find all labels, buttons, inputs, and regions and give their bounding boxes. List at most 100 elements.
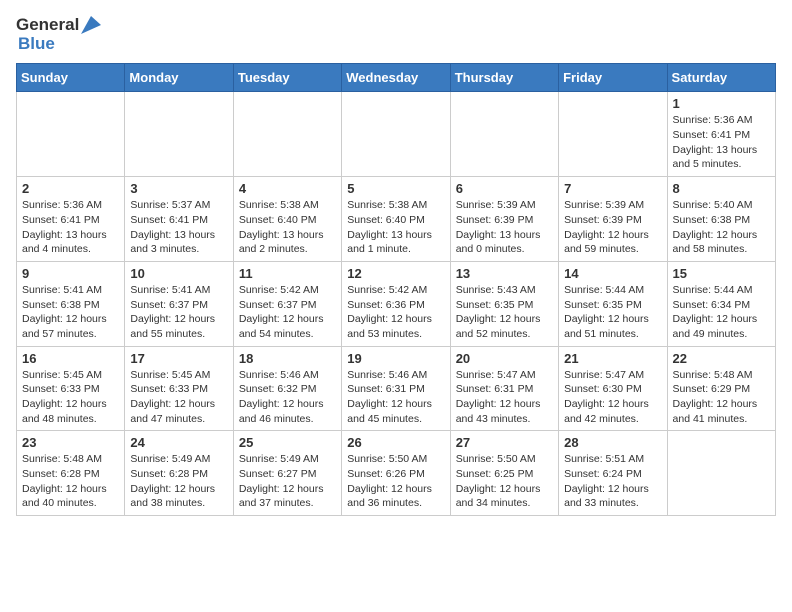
day-info: Sunrise: 5:40 AM Sunset: 6:38 PM Dayligh… [673,198,770,257]
day-info: Sunrise: 5:50 AM Sunset: 6:26 PM Dayligh… [347,452,444,511]
day-number: 16 [22,351,119,366]
day-number: 14 [564,266,661,281]
calendar-cell: 10 Sunrise: 5:41 AM Sunset: 6:37 PM Dayli… [125,261,233,346]
calendar-cell: 9 Sunrise: 5:41 AM Sunset: 6:38 PM Daylig… [17,261,125,346]
day-info: Sunrise: 5:42 AM Sunset: 6:36 PM Dayligh… [347,283,444,342]
day-info: Sunrise: 5:49 AM Sunset: 6:28 PM Dayligh… [130,452,227,511]
calendar-cell [17,92,125,177]
day-info: Sunrise: 5:42 AM Sunset: 6:37 PM Dayligh… [239,283,336,342]
day-info: Sunrise: 5:43 AM Sunset: 6:35 PM Dayligh… [456,283,553,342]
day-info: Sunrise: 5:45 AM Sunset: 6:33 PM Dayligh… [22,368,119,427]
day-number: 8 [673,181,770,196]
day-number: 15 [673,266,770,281]
day-info: Sunrise: 5:51 AM Sunset: 6:24 PM Dayligh… [564,452,661,511]
day-info: Sunrise: 5:46 AM Sunset: 6:32 PM Dayligh… [239,368,336,427]
logo-general: General [16,16,79,35]
day-info: Sunrise: 5:38 AM Sunset: 6:40 PM Dayligh… [347,198,444,257]
day-number: 11 [239,266,336,281]
calendar-cell: 1 Sunrise: 5:36 AM Sunset: 6:41 PM Daylig… [667,92,775,177]
calendar-cell: 24Sunrise: 5:49 AM Sunset: 6:28 PM Dayli… [125,431,233,516]
day-info: Sunrise: 5:44 AM Sunset: 6:34 PM Dayligh… [673,283,770,342]
logo-wordmark: General Blue [16,16,101,53]
day-number: 18 [239,351,336,366]
day-info: Sunrise: 5:39 AM Sunset: 6:39 PM Dayligh… [564,198,661,257]
calendar-cell: 22 Sunrise: 5:48 AM Sunset: 6:29 PM Dayli… [667,346,775,431]
weekday-header-friday: Friday [559,64,667,92]
day-number: 25 [239,435,336,450]
day-info: Sunrise: 5:41 AM Sunset: 6:38 PM Dayligh… [22,283,119,342]
logo-bird-icon [81,16,101,34]
calendar-cell: 15 Sunrise: 5:44 AM Sunset: 6:34 PM Dayli… [667,261,775,346]
calendar-cell: 5 Sunrise: 5:38 AM Sunset: 6:40 PM Daylig… [342,177,450,262]
weekday-header-tuesday: Tuesday [233,64,341,92]
day-number: 28 [564,435,661,450]
day-info: Sunrise: 5:48 AM Sunset: 6:29 PM Dayligh… [673,368,770,427]
calendar-cell: 19 Sunrise: 5:46 AM Sunset: 6:31 PM Dayli… [342,346,450,431]
calendar-cell: 14 Sunrise: 5:44 AM Sunset: 6:35 PM Dayli… [559,261,667,346]
day-number: 5 [347,181,444,196]
weekday-header-thursday: Thursday [450,64,558,92]
calendar-cell: 20Sunrise: 5:47 AM Sunset: 6:31 PM Dayli… [450,346,558,431]
calendar-cell: 18 Sunrise: 5:46 AM Sunset: 6:32 PM Dayli… [233,346,341,431]
calendar-cell: 21Sunrise: 5:47 AM Sunset: 6:30 PM Dayli… [559,346,667,431]
day-info: Sunrise: 5:41 AM Sunset: 6:37 PM Dayligh… [130,283,227,342]
calendar-cell: 17 Sunrise: 5:45 AM Sunset: 6:33 PM Dayli… [125,346,233,431]
day-number: 6 [456,181,553,196]
day-number: 4 [239,181,336,196]
calendar-cell: 16 Sunrise: 5:45 AM Sunset: 6:33 PM Dayli… [17,346,125,431]
day-number: 22 [673,351,770,366]
day-number: 27 [456,435,553,450]
calendar-week-row: 1 Sunrise: 5:36 AM Sunset: 6:41 PM Daylig… [17,92,776,177]
day-number: 12 [347,266,444,281]
calendar-cell: 25 Sunrise: 5:49 AM Sunset: 6:27 PM Dayli… [233,431,341,516]
weekday-header-saturday: Saturday [667,64,775,92]
calendar-week-row: 9 Sunrise: 5:41 AM Sunset: 6:38 PM Daylig… [17,261,776,346]
day-number: 7 [564,181,661,196]
day-info: Sunrise: 5:47 AM Sunset: 6:30 PM Dayligh… [564,368,661,427]
calendar-cell: 27 Sunrise: 5:50 AM Sunset: 6:25 PM Dayli… [450,431,558,516]
day-info: Sunrise: 5:48 AM Sunset: 6:28 PM Dayligh… [22,452,119,511]
calendar-week-row: 23Sunrise: 5:48 AM Sunset: 6:28 PM Dayli… [17,431,776,516]
day-info: Sunrise: 5:46 AM Sunset: 6:31 PM Dayligh… [347,368,444,427]
day-number: 19 [347,351,444,366]
day-info: Sunrise: 5:44 AM Sunset: 6:35 PM Dayligh… [564,283,661,342]
calendar-cell: 2 Sunrise: 5:36 AM Sunset: 6:41 PM Daylig… [17,177,125,262]
day-number: 17 [130,351,227,366]
day-info: Sunrise: 5:37 AM Sunset: 6:41 PM Dayligh… [130,198,227,257]
calendar-table: SundayMondayTuesdayWednesdayThursdayFrid… [16,63,776,516]
weekday-header-sunday: Sunday [17,64,125,92]
calendar-cell [450,92,558,177]
day-info: Sunrise: 5:50 AM Sunset: 6:25 PM Dayligh… [456,452,553,511]
calendar-cell: 6 Sunrise: 5:39 AM Sunset: 6:39 PM Daylig… [450,177,558,262]
calendar-cell [559,92,667,177]
day-number: 9 [22,266,119,281]
day-number: 20 [456,351,553,366]
day-info: Sunrise: 5:36 AM Sunset: 6:41 PM Dayligh… [673,113,770,172]
calendar-header-row: SundayMondayTuesdayWednesdayThursdayFrid… [17,64,776,92]
weekday-header-monday: Monday [125,64,233,92]
calendar-cell: 13 Sunrise: 5:43 AM Sunset: 6:35 PM Dayli… [450,261,558,346]
calendar-cell [342,92,450,177]
day-number: 2 [22,181,119,196]
day-info: Sunrise: 5:39 AM Sunset: 6:39 PM Dayligh… [456,198,553,257]
calendar-cell: 28 Sunrise: 5:51 AM Sunset: 6:24 PM Dayli… [559,431,667,516]
day-info: Sunrise: 5:38 AM Sunset: 6:40 PM Dayligh… [239,198,336,257]
calendar-cell: 11 Sunrise: 5:42 AM Sunset: 6:37 PM Dayli… [233,261,341,346]
page-header: General Blue [16,16,776,53]
calendar-cell: 23Sunrise: 5:48 AM Sunset: 6:28 PM Dayli… [17,431,125,516]
day-number: 1 [673,96,770,111]
calendar-cell: 4 Sunrise: 5:38 AM Sunset: 6:40 PM Daylig… [233,177,341,262]
day-number: 10 [130,266,227,281]
calendar-cell [233,92,341,177]
day-info: Sunrise: 5:45 AM Sunset: 6:33 PM Dayligh… [130,368,227,427]
calendar-cell: 12 Sunrise: 5:42 AM Sunset: 6:36 PM Dayli… [342,261,450,346]
calendar-week-row: 2 Sunrise: 5:36 AM Sunset: 6:41 PM Daylig… [17,177,776,262]
logo: General Blue [16,16,101,53]
calendar-week-row: 16 Sunrise: 5:45 AM Sunset: 6:33 PM Dayli… [17,346,776,431]
day-number: 13 [456,266,553,281]
day-info: Sunrise: 5:49 AM Sunset: 6:27 PM Dayligh… [239,452,336,511]
calendar-cell: 7 Sunrise: 5:39 AM Sunset: 6:39 PM Daylig… [559,177,667,262]
calendar-cell: 8 Sunrise: 5:40 AM Sunset: 6:38 PM Daylig… [667,177,775,262]
logo-blue: Blue [18,35,101,54]
day-info: Sunrise: 5:36 AM Sunset: 6:41 PM Dayligh… [22,198,119,257]
